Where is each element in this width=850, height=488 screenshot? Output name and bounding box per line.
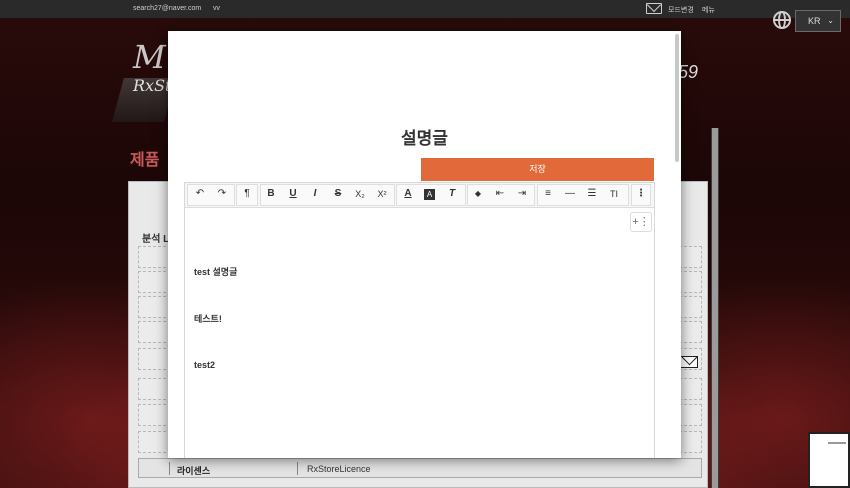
page-scrollbar[interactable]	[711, 128, 719, 488]
analysis-heading: 분석 L	[142, 234, 170, 245]
menu-link[interactable]: 메뉴	[702, 5, 715, 15]
product-heading: 제품	[130, 152, 160, 169]
editor-paragraph[interactable]: test2	[194, 360, 215, 370]
divider	[297, 462, 298, 475]
indent-icon[interactable]: ⇥	[512, 185, 532, 203]
font-color-icon[interactable]: A	[398, 185, 418, 203]
editor-paragraph[interactable]: 테스트!	[194, 312, 222, 325]
license-row: 라이센스 RxStoreLicence	[138, 458, 702, 478]
description-modal: 설명글 저장 ↶ ↷ ¶ B U I S X₂ X² A A T ◆ ⇤ ⇥ ≡	[168, 31, 681, 458]
scrollbar-thumb[interactable]	[712, 128, 718, 488]
mode-switch-link[interactable]: 모드변경	[668, 5, 694, 15]
list-icon[interactable]: ☰	[582, 185, 602, 203]
modal-scrollbar[interactable]	[675, 34, 679, 162]
more-icon[interactable]: ⋮	[631, 185, 651, 203]
editor-toolbar: ↶ ↷ ¶ B U I S X₂ X² A A T ◆ ⇤ ⇥ ≡ — ☰ TI	[185, 183, 654, 208]
language-value: KR	[808, 16, 821, 26]
subscript-icon[interactable]: X₂	[350, 185, 370, 203]
divider	[169, 462, 170, 475]
superscript-icon[interactable]: X²	[372, 185, 392, 203]
undo-icon[interactable]: ↶	[190, 185, 210, 203]
logo-fragment: M	[133, 38, 166, 76]
globe-icon[interactable]	[773, 11, 791, 29]
align-left-icon[interactable]: ≡	[538, 185, 558, 203]
eraser-icon[interactable]: ◆	[468, 185, 488, 203]
paragraph-icon[interactable]: ¶	[237, 185, 257, 203]
license-value: RxStoreLicence	[307, 464, 371, 474]
rich-text-editor[interactable]: ↶ ↷ ¶ B U I S X₂ X² A A T ◆ ⇤ ⇥ ≡ — ☰ TI	[184, 182, 655, 458]
outdent-icon[interactable]: ⇤	[490, 185, 510, 203]
clear-format-icon[interactable]: T	[442, 185, 462, 203]
background-color-icon[interactable]: A	[424, 189, 435, 200]
line-height-icon[interactable]: TI	[604, 185, 624, 203]
bold-icon[interactable]: B	[261, 185, 281, 203]
modal-title: 설명글	[401, 129, 448, 148]
chevron-down-icon: ⌄	[827, 16, 834, 25]
editor-paragraph[interactable]: test 설명글	[194, 265, 237, 278]
mail-icon[interactable]	[646, 3, 662, 14]
language-select[interactable]: KR ⌄	[795, 10, 841, 32]
add-block-button[interactable]: +⋮	[630, 212, 652, 232]
horizontal-rule-icon[interactable]: —	[560, 185, 580, 203]
redo-icon[interactable]: ↷	[212, 185, 232, 203]
underline-icon[interactable]: U	[283, 185, 303, 203]
thumbnail-window	[808, 432, 850, 488]
thumbnail-bar	[828, 442, 846, 444]
envelope-icon[interactable]	[680, 356, 698, 368]
strikethrough-icon[interactable]: S	[328, 185, 348, 203]
user-email[interactable]: search27@naver.com	[133, 5, 201, 12]
italic-icon[interactable]: I	[305, 185, 325, 203]
top-bar: search27@naver.com vv 모드변경 메뉴	[0, 0, 850, 18]
banner-number: 59	[678, 62, 699, 82]
save-button[interactable]: 저장	[421, 158, 654, 181]
user-name[interactable]: vv	[213, 5, 220, 12]
license-label: 라이센스	[177, 466, 211, 476]
